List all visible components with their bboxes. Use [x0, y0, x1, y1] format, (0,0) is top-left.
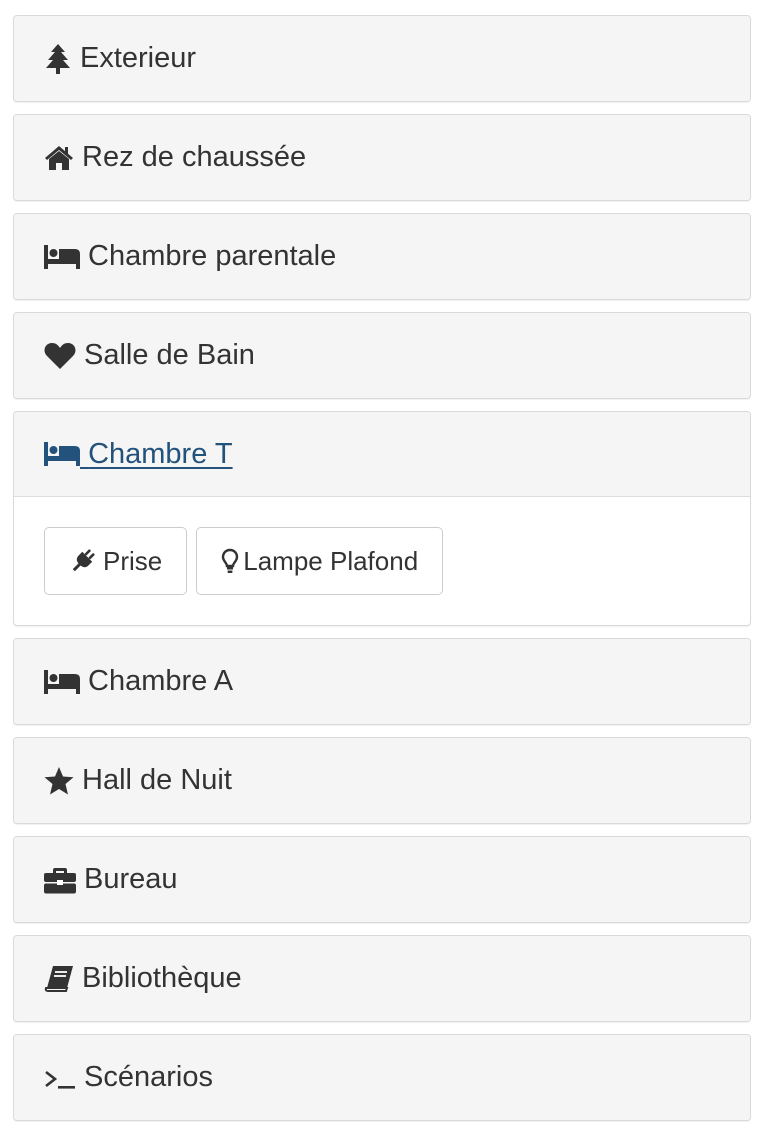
room-heading-chambre-a[interactable]: Chambre A — [14, 639, 750, 724]
device-label: Prise — [103, 545, 163, 576]
room-label: Chambre A — [88, 665, 234, 697]
room-panel-chambre-a: Chambre A — [13, 638, 751, 725]
bed-icon — [44, 244, 80, 269]
room-label: Chambre parentale — [88, 240, 337, 272]
room-link-bureau[interactable]: Bureau — [44, 863, 178, 896]
room-link-bibliotheque[interactable]: Bibliothèque — [44, 962, 242, 995]
room-heading-salle-de-bain[interactable]: Salle de Bain — [14, 313, 750, 398]
room-link-chambre-t[interactable]: Chambre T — [44, 438, 233, 471]
room-panel-rez-de-chaussee: Rez de chaussée — [13, 114, 751, 201]
room-heading-bureau[interactable]: Bureau — [14, 837, 750, 922]
room-heading-exterieur[interactable]: Exterieur — [14, 16, 750, 101]
room-link-chambre-a[interactable]: Chambre A — [44, 665, 233, 698]
room-panel-bibliotheque: Bibliothèque — [13, 935, 751, 1022]
room-link-salle-de-bain[interactable]: Salle de Bain — [44, 339, 255, 372]
room-link-hall-de-nuit[interactable]: Hall de Nuit — [44, 764, 232, 797]
room-accordion: Exterieur Rez de chaussée Chambre parent… — [13, 15, 751, 1133]
device-button-prise[interactable]: Prise — [44, 527, 188, 595]
bed-icon — [44, 442, 80, 466]
room-panel-exterieur: Exterieur — [13, 15, 751, 102]
room-panel-chambre-t: Chambre T Prise Lampe Plafond — [13, 411, 751, 626]
room-link-chambre-parentale[interactable]: Chambre parentale — [44, 240, 336, 273]
room-label: Rez de chaussée — [82, 141, 307, 173]
book-icon — [44, 965, 74, 993]
room-panel-scenarios: Scénarios — [13, 1034, 751, 1121]
room-label: Chambre T — [88, 437, 233, 470]
room-label: Salle de Bain — [84, 339, 255, 371]
room-heading-chambre-t[interactable]: Chambre T — [14, 412, 750, 497]
room-heading-chambre-parentale[interactable]: Chambre parentale — [14, 214, 750, 299]
tree-icon — [44, 43, 72, 74]
room-panel-bureau: Bureau — [13, 836, 751, 923]
lightbulb-icon — [221, 548, 239, 574]
home-icon — [44, 145, 74, 171]
room-link-rez-de-chaussee[interactable]: Rez de chaussée — [44, 141, 306, 174]
room-label: Scénarios — [84, 1061, 213, 1093]
briefcase-icon — [44, 866, 76, 894]
room-label: Hall de Nuit — [82, 764, 232, 796]
room-label: Exterieur — [80, 42, 197, 74]
star-icon — [44, 766, 74, 795]
device-label: Lampe Plafond — [243, 545, 419, 576]
room-heading-scenarios[interactable]: Scénarios — [14, 1035, 750, 1120]
room-panel-salle-de-bain: Salle de Bain — [13, 312, 751, 399]
room-link-exterieur[interactable]: Exterieur — [44, 42, 196, 75]
bed-icon — [44, 669, 80, 694]
room-devices-chambre-t: Prise Lampe Plafond — [14, 497, 750, 625]
room-panel-chambre-parentale: Chambre parentale — [13, 213, 751, 300]
device-button-lampe-plafond[interactable]: Lampe Plafond — [196, 527, 444, 595]
room-panel-hall-de-nuit: Hall de Nuit — [13, 737, 751, 824]
heart-icon — [44, 342, 76, 370]
plug-icon — [69, 547, 97, 575]
room-label: Bureau — [84, 863, 178, 895]
room-heading-hall-de-nuit[interactable]: Hall de Nuit — [14, 738, 750, 823]
room-label: Bibliothèque — [82, 962, 242, 994]
room-heading-bibliotheque[interactable]: Bibliothèque — [14, 936, 750, 1021]
room-heading-rez-de-chaussee[interactable]: Rez de chaussée — [14, 115, 750, 200]
terminal-icon — [44, 1066, 76, 1090]
room-link-scenarios[interactable]: Scénarios — [44, 1061, 213, 1094]
